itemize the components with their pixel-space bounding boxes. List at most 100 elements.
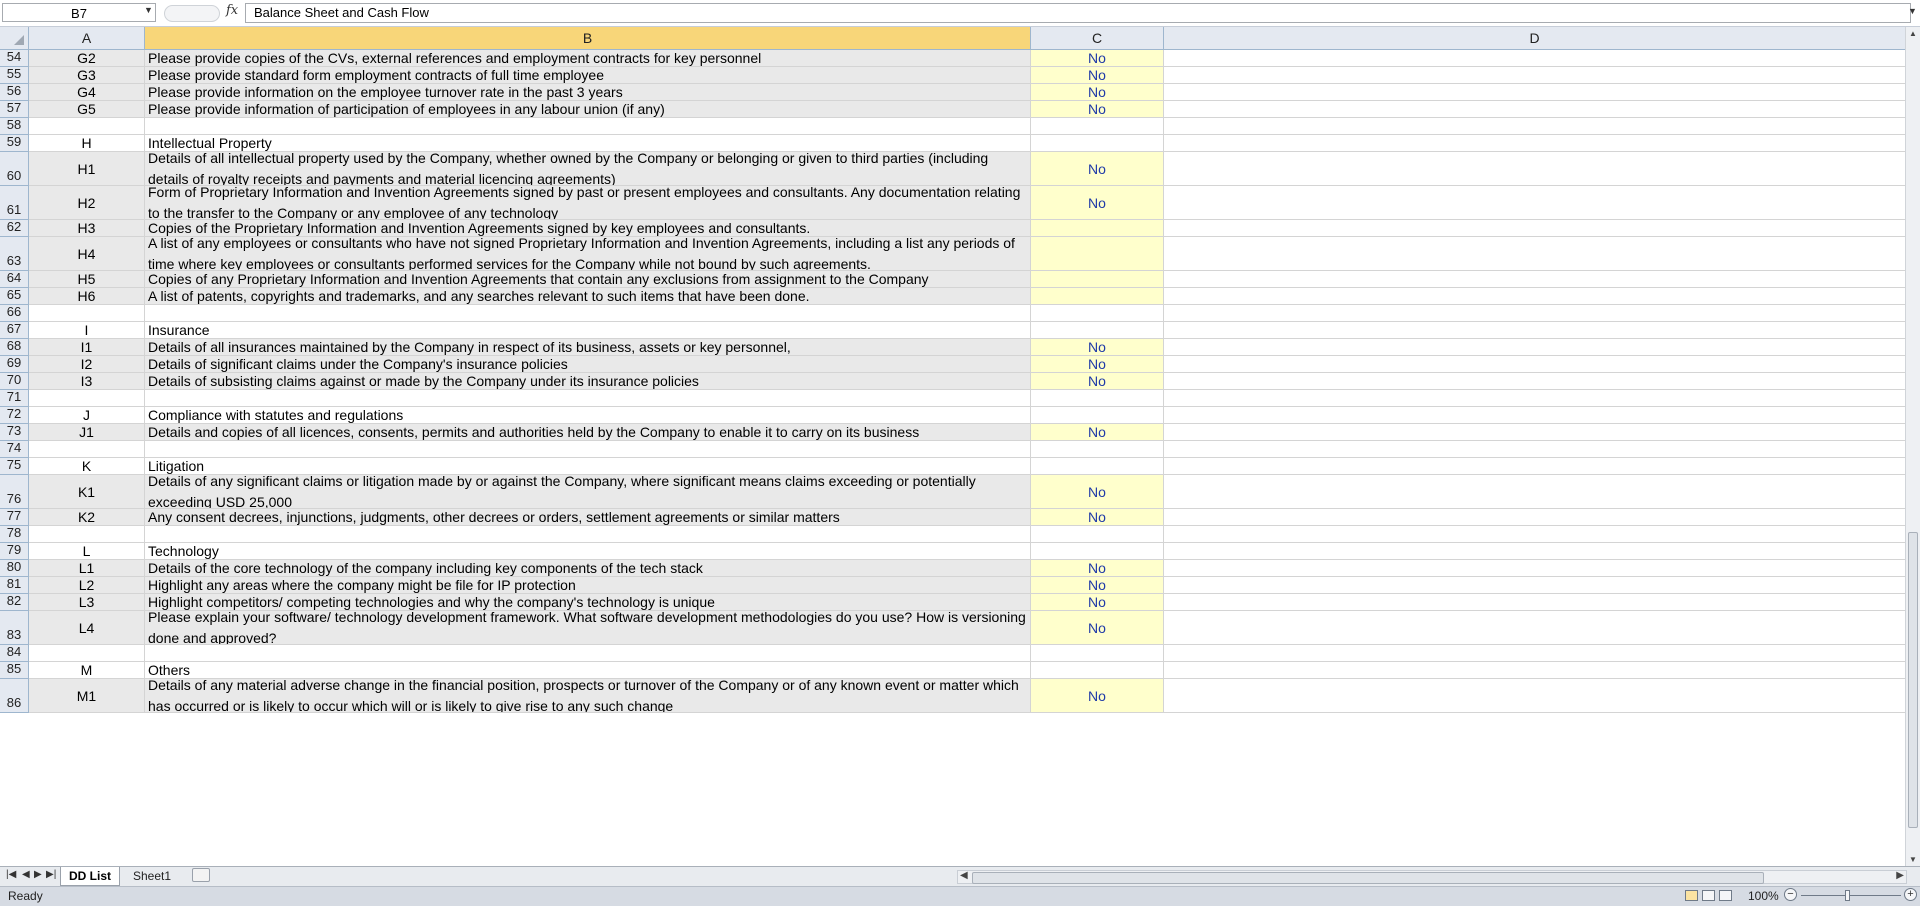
zoom-level[interactable]: 100% bbox=[1748, 889, 1779, 903]
cell-description[interactable]: Copies of the Proprietary Information an… bbox=[145, 220, 1031, 237]
cell-description[interactable]: Details of all intellectual property use… bbox=[145, 152, 1031, 186]
chevron-down-icon[interactable]: ▼ bbox=[144, 5, 153, 15]
normal-view-icon[interactable] bbox=[1685, 890, 1698, 901]
row-header[interactable]: 77 bbox=[0, 509, 29, 526]
cell-ref-code[interactable]: K bbox=[29, 458, 145, 475]
cell-description[interactable] bbox=[145, 645, 1031, 662]
cell-ref-code[interactable]: I bbox=[29, 322, 145, 339]
cell-d[interactable] bbox=[1164, 271, 1905, 288]
row-header[interactable]: 84 bbox=[0, 645, 29, 662]
cell-ref-code[interactable]: L bbox=[29, 543, 145, 560]
cell-ref-code[interactable]: J bbox=[29, 407, 145, 424]
row-header[interactable]: 86 bbox=[0, 679, 29, 713]
sheet-tab-dd-list[interactable]: DD List bbox=[60, 867, 120, 886]
cell-answer[interactable] bbox=[1031, 441, 1164, 458]
cell-answer[interactable]: No bbox=[1031, 152, 1164, 186]
cell-d[interactable] bbox=[1164, 679, 1905, 713]
cell-d[interactable] bbox=[1164, 509, 1905, 526]
cell-d[interactable] bbox=[1164, 560, 1905, 577]
column-header-a[interactable]: A bbox=[29, 27, 145, 49]
horizontal-scroll-thumb[interactable] bbox=[972, 872, 1764, 884]
cell-answer[interactable] bbox=[1031, 458, 1164, 475]
row-header[interactable]: 63 bbox=[0, 237, 29, 271]
cell-d[interactable] bbox=[1164, 356, 1905, 373]
cell-ref-code[interactable]: G2 bbox=[29, 50, 145, 67]
cell-ref-code[interactable]: L1 bbox=[29, 560, 145, 577]
row-header[interactable]: 60 bbox=[0, 152, 29, 186]
cell-description[interactable]: Details of subsisting claims against or … bbox=[145, 373, 1031, 390]
row-header[interactable]: 72 bbox=[0, 407, 29, 424]
cell-ref-code[interactable]: J1 bbox=[29, 424, 145, 441]
cell-answer[interactable]: No bbox=[1031, 509, 1164, 526]
formula-bar-handle[interactable] bbox=[164, 5, 220, 22]
vertical-scrollbar[interactable]: ▲ ▼ bbox=[1905, 27, 1920, 866]
cell-description[interactable]: Please provide standard form employment … bbox=[145, 67, 1031, 84]
cell-answer[interactable] bbox=[1031, 118, 1164, 135]
cell-description[interactable]: Please provide copies of the CVs, extern… bbox=[145, 50, 1031, 67]
row-header[interactable]: 56 bbox=[0, 84, 29, 101]
cell-answer[interactable]: No bbox=[1031, 594, 1164, 611]
cell-answer[interactable]: No bbox=[1031, 373, 1164, 390]
cell-ref-code[interactable]: H1 bbox=[29, 152, 145, 186]
page-layout-view-icon[interactable] bbox=[1702, 890, 1715, 901]
cell-answer[interactable] bbox=[1031, 288, 1164, 305]
zoom-in-icon[interactable]: + bbox=[1904, 888, 1917, 901]
row-header[interactable]: 61 bbox=[0, 186, 29, 220]
cell-ref-code[interactable]: I3 bbox=[29, 373, 145, 390]
row-header[interactable]: 54 bbox=[0, 50, 29, 67]
cell-ref-code[interactable]: H2 bbox=[29, 186, 145, 220]
row-header[interactable]: 79 bbox=[0, 543, 29, 560]
cell-description[interactable]: Details of the core technology of the co… bbox=[145, 560, 1031, 577]
name-box[interactable]: B7 bbox=[2, 3, 156, 22]
cell-d[interactable] bbox=[1164, 662, 1905, 679]
cell-ref-code[interactable]: G3 bbox=[29, 67, 145, 84]
cell-d[interactable] bbox=[1164, 118, 1905, 135]
cell-description[interactable]: Form of Proprietary Information and Inve… bbox=[145, 186, 1031, 220]
scroll-up-icon[interactable]: ▲ bbox=[1909, 29, 1917, 38]
cell-description[interactable]: Please provide information of participat… bbox=[145, 101, 1031, 118]
cell-description[interactable]: Details of significant claims under the … bbox=[145, 356, 1031, 373]
cell-d[interactable] bbox=[1164, 424, 1905, 441]
cell-ref-code[interactable]: I2 bbox=[29, 356, 145, 373]
cell-ref-code[interactable] bbox=[29, 305, 145, 322]
cell-d[interactable] bbox=[1164, 220, 1905, 237]
first-sheet-icon[interactable]: |◀ bbox=[6, 869, 16, 880]
cell-description[interactable]: A list of any employees or consultants w… bbox=[145, 237, 1031, 271]
zoom-slider[interactable] bbox=[1801, 895, 1901, 896]
cell-ref-code[interactable]: H4 bbox=[29, 237, 145, 271]
row-header[interactable]: 69 bbox=[0, 356, 29, 373]
cell-answer[interactable]: No bbox=[1031, 475, 1164, 509]
cell-d[interactable] bbox=[1164, 475, 1905, 509]
cell-d[interactable] bbox=[1164, 152, 1905, 186]
row-header[interactable]: 66 bbox=[0, 305, 29, 322]
formula-input[interactable]: Balance Sheet and Cash Flow bbox=[245, 3, 1911, 23]
cell-d[interactable] bbox=[1164, 441, 1905, 458]
insert-sheet-icon[interactable] bbox=[192, 868, 210, 882]
cell-description[interactable]: Others bbox=[145, 662, 1031, 679]
scroll-left-icon[interactable]: ◀ bbox=[960, 870, 968, 881]
cell-description[interactable]: Insurance bbox=[145, 322, 1031, 339]
cell-description[interactable]: A list of patents, copyrights and tradem… bbox=[145, 288, 1031, 305]
zoom-slider-thumb[interactable] bbox=[1845, 890, 1850, 901]
horizontal-scrollbar[interactable]: ◀ ▶ bbox=[957, 870, 1907, 884]
sheet-tab-sheet1[interactable]: Sheet1 bbox=[125, 867, 179, 886]
cell-description[interactable]: Highlight any areas where the company mi… bbox=[145, 577, 1031, 594]
cell-description[interactable] bbox=[145, 390, 1031, 407]
cell-description[interactable]: Details of any significant claims or lit… bbox=[145, 475, 1031, 509]
cell-ref-code[interactable]: H bbox=[29, 135, 145, 152]
row-header[interactable]: 75 bbox=[0, 458, 29, 475]
cell-answer[interactable] bbox=[1031, 237, 1164, 271]
row-header[interactable]: 67 bbox=[0, 322, 29, 339]
cell-answer[interactable] bbox=[1031, 135, 1164, 152]
cell-answer[interactable] bbox=[1031, 220, 1164, 237]
prev-sheet-icon[interactable]: ◀ bbox=[22, 869, 30, 880]
row-header[interactable]: 85 bbox=[0, 662, 29, 679]
cell-d[interactable] bbox=[1164, 407, 1905, 424]
zoom-out-icon[interactable]: − bbox=[1784, 888, 1797, 901]
cell-ref-code[interactable]: G5 bbox=[29, 101, 145, 118]
row-header[interactable]: 80 bbox=[0, 560, 29, 577]
cell-description[interactable]: Please explain your software/ technology… bbox=[145, 611, 1031, 645]
row-header[interactable]: 82 bbox=[0, 594, 29, 611]
cell-answer[interactable]: No bbox=[1031, 50, 1164, 67]
cell-ref-code[interactable]: H3 bbox=[29, 220, 145, 237]
